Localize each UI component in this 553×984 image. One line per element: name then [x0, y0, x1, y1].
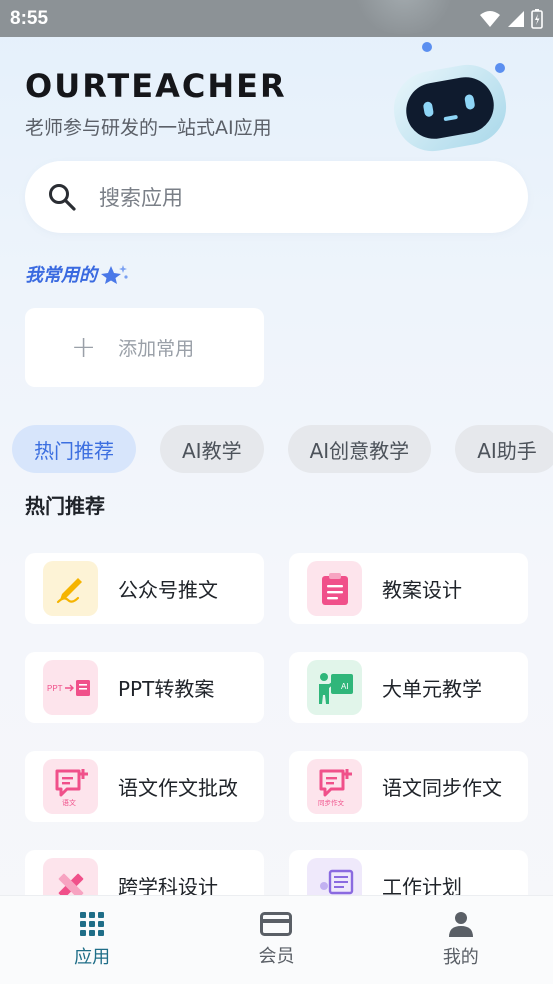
app-card-lesson-plan[interactable]: 教案设计 — [289, 553, 528, 624]
status-time: 8:55 — [10, 7, 49, 29]
app-icon-box — [307, 561, 362, 616]
category-tabs: 热门推荐 AI教学 AI创意教学 AI助手 — [12, 425, 553, 473]
section-title: 热门推荐 — [25, 494, 105, 518]
person-icon — [448, 912, 473, 937]
tab-hot[interactable]: 热门推荐 — [12, 425, 136, 473]
brand-logo-text: OURTEACHER — [25, 67, 287, 105]
signal-icon — [508, 10, 524, 27]
clipboard-icon — [321, 572, 348, 605]
tab-ai-teaching[interactable]: AI教学 — [160, 425, 264, 473]
pen-writing-icon — [56, 577, 82, 603]
ppt-convert-icon: PPT — [47, 679, 90, 696]
status-icons — [479, 8, 543, 29]
app-label: 语文作文批改 — [118, 776, 238, 800]
grid-icon — [80, 912, 105, 936]
app-label: PPT转教案 — [118, 677, 215, 701]
app-card-big-unit-teaching[interactable]: AI 大单元教学 — [289, 652, 528, 723]
app-label: 教案设计 — [382, 578, 462, 602]
essay-sync-icon: 同步作文 — [318, 768, 352, 807]
tab-ai-creative-teaching[interactable]: AI创意教学 — [287, 425, 432, 473]
app-icon-box: 语文 — [43, 759, 98, 814]
app-icon-box: PPT — [43, 660, 98, 715]
search-input[interactable]: 搜索应用 — [99, 182, 183, 212]
brand-subtitle: 老师参与研发的一站式AI应用 — [25, 117, 272, 139]
app-label: 公众号推文 — [118, 578, 218, 602]
app-icon-box: 同步作文 — [307, 759, 362, 814]
app-card-ppt-to-plan[interactable]: PPT PPT转教案 — [25, 652, 264, 723]
essay-correct-icon-text: 语文 — [62, 798, 76, 807]
app-icon-box — [43, 561, 98, 616]
add-favorite-button[interactable]: + 添加常用 — [25, 308, 264, 387]
app-label: 语文同步作文 — [382, 776, 502, 800]
teacher-board-icon: AI — [318, 672, 353, 704]
essay-correct-icon: 语文 — [55, 768, 88, 807]
wifi-icon — [480, 10, 500, 27]
app-card-essay-sync[interactable]: 同步作文 语文同步作文 — [289, 751, 528, 822]
card-icon — [260, 912, 293, 936]
app-card-essay-correction[interactable]: 语文 语文作文批改 — [25, 751, 264, 822]
favorites-title-text: 我常用的 — [25, 265, 97, 286]
nav-label-mine: 我的 — [442, 947, 479, 968]
nav-item-membership[interactable]: 会员 — [184, 896, 368, 984]
app-label: 大单元教学 — [382, 677, 482, 701]
search-bar[interactable]: 搜索应用 — [25, 161, 528, 233]
teacher-board-icon-text: AI — [341, 682, 349, 691]
nav-item-mine[interactable]: 我的 — [369, 896, 553, 984]
battery-icon — [531, 8, 543, 29]
bottom-nav: 应用 会员 我的 — [0, 895, 553, 984]
ppt-icon-text: PPT — [47, 684, 63, 693]
add-favorite-label: 添加常用 — [118, 338, 195, 360]
favorites-title: 我常用的 — [25, 261, 129, 287]
app-card-wechat-article[interactable]: 公众号推文 — [25, 553, 264, 624]
essay-sync-icon-text: 同步作文 — [318, 798, 345, 807]
search-icon — [49, 184, 76, 211]
nav-item-apps[interactable]: 应用 — [0, 896, 184, 984]
sparkle-star-icon — [101, 265, 128, 284]
plus-icon: + — [71, 329, 97, 365]
robot-mascot-icon — [393, 42, 507, 152]
tab-ai-assistant[interactable]: AI助手 — [455, 425, 553, 473]
status-bar: 8:55 — [0, 0, 553, 37]
app-icon-box: AI — [307, 660, 362, 715]
nav-label-apps: 应用 — [74, 947, 111, 968]
nav-label-membership: 会员 — [258, 946, 295, 967]
